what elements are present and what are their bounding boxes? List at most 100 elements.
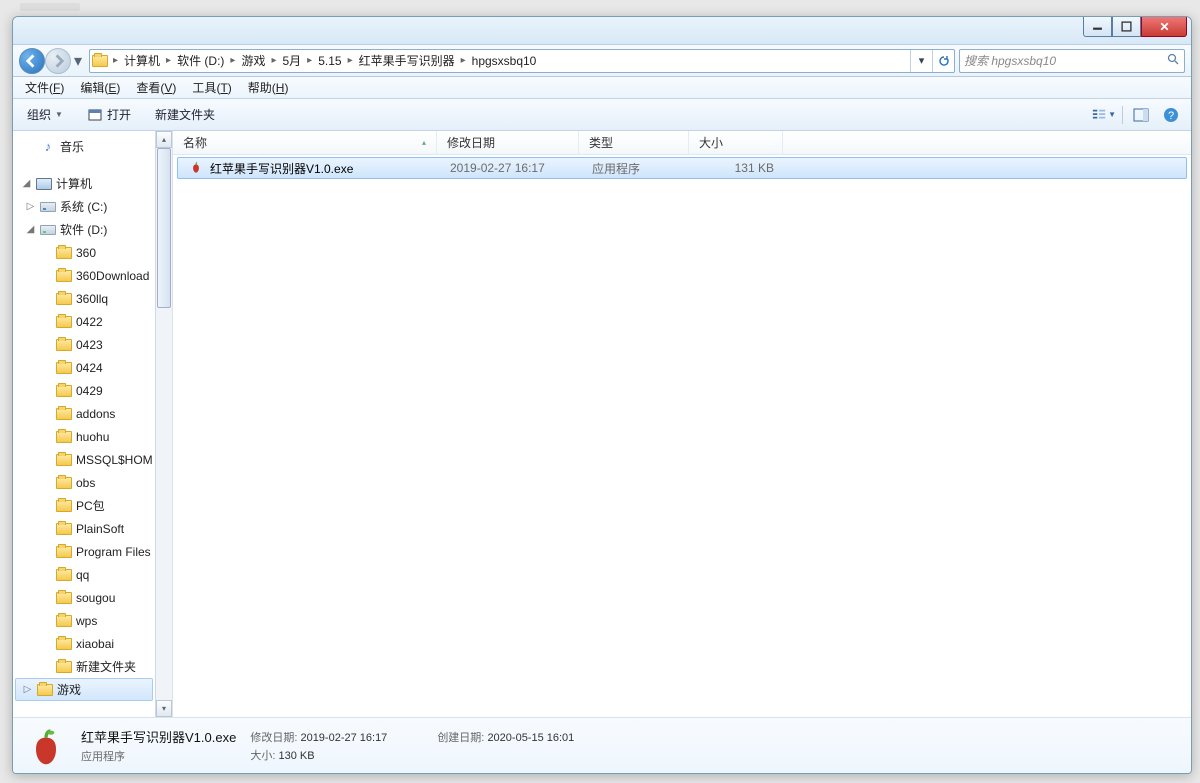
sidebar-scrollbar[interactable]: ▴ ▾ <box>155 131 172 717</box>
column-type[interactable]: 类型 <box>579 131 689 154</box>
tree-item-label: obs <box>76 476 95 490</box>
folder-icon <box>56 477 72 489</box>
svg-text:?: ? <box>1168 110 1174 122</box>
chevron-icon[interactable]: ▸ <box>227 55 238 66</box>
tree-item-label: 360Download <box>76 269 149 283</box>
tree-item-computer[interactable]: ◢计算机 <box>13 172 155 195</box>
folder-icon <box>56 638 72 650</box>
new-folder-button[interactable]: 新建文件夹 <box>149 103 221 126</box>
folder-icon <box>56 454 72 466</box>
scroll-thumb[interactable] <box>157 148 171 308</box>
tree-item-label: PC包 <box>76 497 105 514</box>
address-bar[interactable]: ▸ 计算机▸ 软件 (D:)▸ 游戏▸ 5月▸ 5.15▸ 红苹果手写识别器▸ … <box>89 49 955 73</box>
meta-size-label: 大小: <box>250 750 275 762</box>
menu-view[interactable]: 查看(V) <box>128 77 184 98</box>
search-input[interactable]: 搜索 hpgsxsbq10 <box>959 49 1185 73</box>
view-options-button[interactable]: ▼ <box>1092 103 1116 127</box>
column-size[interactable]: 大小 <box>689 131 783 154</box>
tree-item-label: huohu <box>76 430 109 444</box>
breadcrumb-item[interactable]: 计算机 <box>121 50 163 72</box>
tree-item-folder[interactable]: 0424 <box>13 356 155 379</box>
folder-icon <box>56 615 72 627</box>
tree-item-folder[interactable]: 360Download <box>13 264 155 287</box>
breadcrumb-item[interactable]: 5月 <box>279 50 304 72</box>
breadcrumb-item[interactable]: 红苹果手写识别器 <box>356 50 458 72</box>
preview-pane-button[interactable] <box>1129 103 1153 127</box>
search-placeholder: 搜索 hpgsxsbq10 <box>964 52 1056 69</box>
tree-item-folder[interactable]: 360llq <box>13 287 155 310</box>
tree-item-folder[interactable]: ▷游戏 <box>15 678 153 701</box>
breadcrumb-item[interactable]: hpgsxsbq10 <box>469 50 540 72</box>
meta-mod-value: 2019-02-27 16:17 <box>300 732 387 744</box>
tree-item-folder[interactable]: huohu <box>13 425 155 448</box>
tree-item-folder[interactable]: xiaobai <box>13 632 155 655</box>
close-button[interactable] <box>1141 17 1187 37</box>
details-pane: 红苹果手写识别器V1.0.exe 应用程序 修改日期: 2019-02-27 1… <box>13 717 1191 773</box>
organize-button[interactable]: 组织 ▼ <box>21 103 69 126</box>
folder-icon <box>56 339 72 351</box>
tree-item-folder[interactable]: 0422 <box>13 310 155 333</box>
tree-item-folder[interactable]: 0429 <box>13 379 155 402</box>
back-button[interactable] <box>19 48 45 74</box>
help-button[interactable]: ? <box>1159 103 1183 127</box>
tree-item-label: MSSQL$HOM <box>76 453 153 467</box>
folder-icon <box>56 592 72 604</box>
folder-icon <box>56 661 72 673</box>
folder-icon <box>56 500 72 512</box>
tree-item-folder[interactable]: qq <box>13 563 155 586</box>
apple-icon <box>188 160 204 176</box>
column-name[interactable]: 名称▴ <box>173 131 437 154</box>
column-date[interactable]: 修改日期 <box>437 131 579 154</box>
menu-tools[interactable]: 工具(T) <box>184 77 239 98</box>
tree-item-folder[interactable]: PlainSoft <box>13 517 155 540</box>
tree-item-folder[interactable]: MSSQL$HOM <box>13 448 155 471</box>
minimize-button[interactable] <box>1083 17 1112 37</box>
bg-decor <box>20 3 80 11</box>
open-button[interactable]: 打开 <box>81 103 137 126</box>
chevron-icon[interactable]: ▸ <box>163 55 174 66</box>
tree-item-folder[interactable]: PC包 <box>13 494 155 517</box>
tree-item-label: 0422 <box>76 315 103 329</box>
tree-item-folder[interactable]: 360 <box>13 241 155 264</box>
folder-icon <box>56 270 72 282</box>
tree-item-label: addons <box>76 407 115 421</box>
nav-buttons: ▾ <box>19 48 85 74</box>
tree-item-folder[interactable]: 0423 <box>13 333 155 356</box>
chevron-icon[interactable]: ▸ <box>304 55 315 66</box>
file-row[interactable]: 红苹果手写识别器V1.0.exe 2019-02-27 16:17 应用程序 1… <box>177 157 1187 179</box>
tree-item-folder[interactable]: Program Files <box>13 540 155 563</box>
tree-item-music[interactable]: ♪音乐 <box>13 135 155 158</box>
separator <box>1122 106 1123 124</box>
scroll-track[interactable] <box>156 148 172 700</box>
breadcrumb-item[interactable]: 游戏 <box>238 50 268 72</box>
tree-item-label: PlainSoft <box>76 522 124 536</box>
chevron-icon[interactable]: ▸ <box>458 55 469 66</box>
chevron-icon[interactable]: ▸ <box>110 55 121 66</box>
chevron-icon[interactable]: ▸ <box>268 55 279 66</box>
nav-history-dropdown[interactable]: ▾ <box>71 48 85 74</box>
chevron-icon[interactable]: ▸ <box>345 55 356 66</box>
tree-item-label: 0429 <box>76 384 103 398</box>
refresh-button[interactable] <box>932 50 954 72</box>
tree-item-folder[interactable]: 新建文件夹 <box>13 655 155 678</box>
forward-button[interactable] <box>45 48 71 74</box>
maximize-button[interactable] <box>1112 17 1141 37</box>
menu-edit[interactable]: 编辑(E) <box>72 77 128 98</box>
breadcrumb-item[interactable]: 软件 (D:) <box>174 50 227 72</box>
scroll-up-button[interactable]: ▴ <box>156 131 172 148</box>
menu-file[interactable]: 文件(F) <box>17 77 72 98</box>
tree-item-folder[interactable]: addons <box>13 402 155 425</box>
scroll-down-button[interactable]: ▾ <box>156 700 172 717</box>
tree-item-label: 新建文件夹 <box>76 658 136 675</box>
tree-item-folder[interactable]: obs <box>13 471 155 494</box>
tree-item-folder[interactable]: sougou <box>13 586 155 609</box>
address-dropdown[interactable]: ▾ <box>910 50 932 72</box>
titlebar <box>13 17 1191 45</box>
tree-item-drive-d[interactable]: ◢软件 (D:) <box>13 218 155 241</box>
tree-item-drive-c[interactable]: ▷系统 (C:) <box>13 195 155 218</box>
tree-item-folder[interactable]: wps <box>13 609 155 632</box>
meta-size-value: 130 KB <box>278 750 314 762</box>
breadcrumb-item[interactable]: 5.15 <box>315 50 344 72</box>
menu-help[interactable]: 帮助(H) <box>240 77 297 98</box>
details-subtitle: 应用程序 <box>81 748 236 764</box>
